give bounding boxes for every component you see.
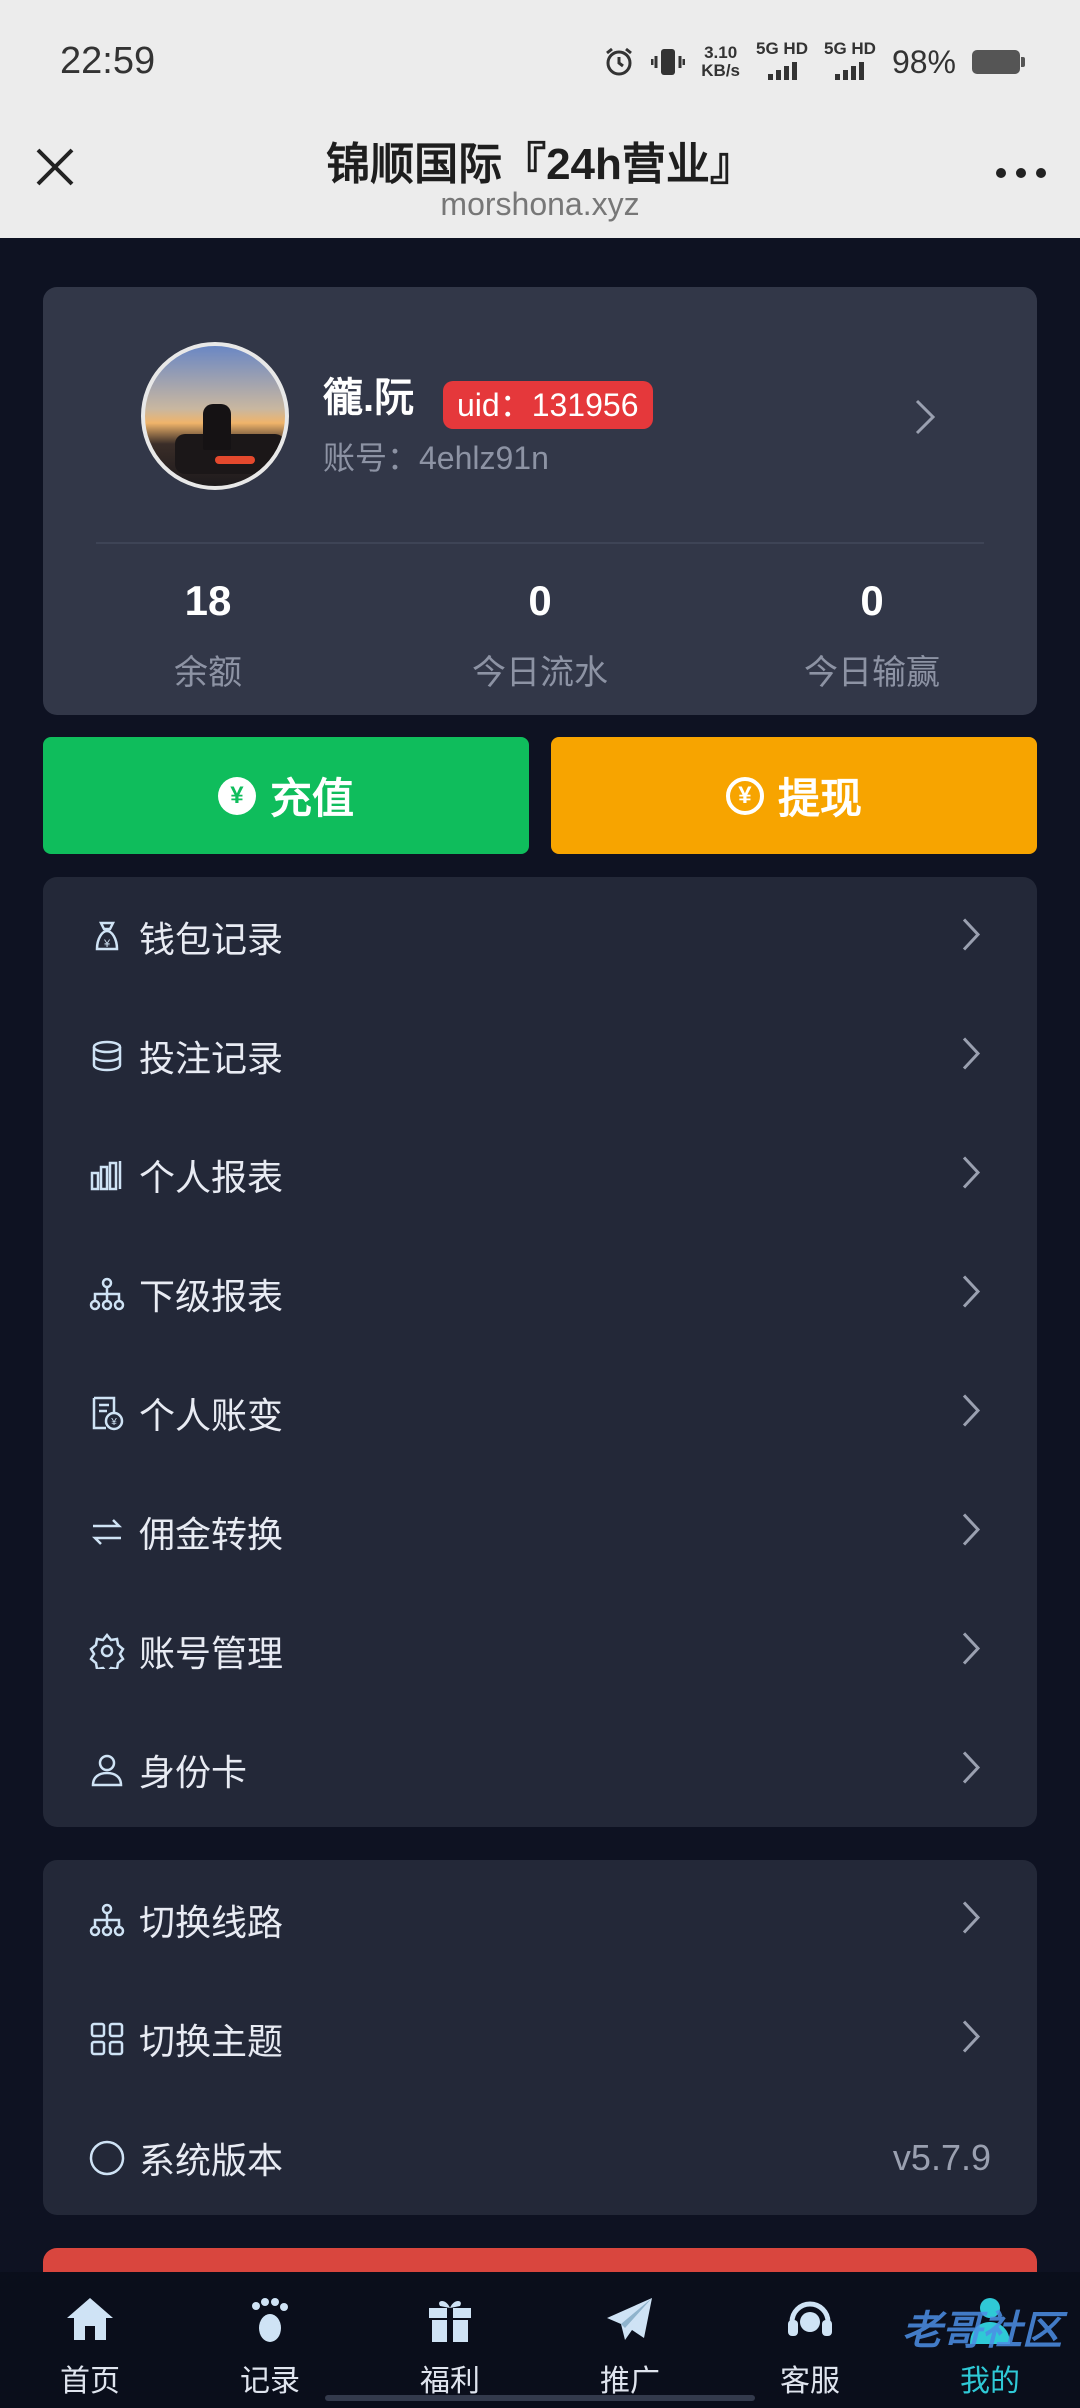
bill-icon: ¥ [87,1393,127,1433]
chevron-right-icon [961,1749,981,1790]
gear-icon [87,1631,127,1671]
grid-icon [87,2019,127,2059]
profile-card[interactable]: 徿.阮 uid：131956 账号：4ehlz91n 18 余额 0 今日流水 … [43,287,1037,715]
recharge-button[interactable]: ¥ 充值 [43,737,529,854]
chevron-right-icon [961,1035,981,1076]
hierarchy-icon [87,1900,127,1940]
footprint-icon [242,2292,298,2348]
chevron-right-icon [961,1511,981,1552]
profile-chevron-right-icon[interactable] [913,397,937,442]
divider [96,542,984,544]
status-time: 22:59 [60,40,156,82]
svg-text:¥: ¥ [110,1417,117,1428]
chevron-right-icon [961,1273,981,1314]
page-title: 锦顺国际『24h营业』 [326,140,754,189]
menu-subordinate-report[interactable]: 下级报表 [43,1234,1037,1353]
home-icon [62,2292,118,2348]
chevron-right-icon [961,1392,981,1433]
nickname: 徿.阮 [323,376,415,420]
chevron-right-icon [961,2018,981,2059]
menu-commission-convert[interactable]: 佣金转换 [43,1472,1037,1591]
chevron-right-icon [961,1899,981,1940]
tab-home[interactable]: 首页 [0,2272,180,2408]
menu-id-card[interactable]: 身份卡 [43,1710,1037,1829]
home-indicator[interactable] [325,2395,755,2401]
tab-customer-service[interactable]: 客服 [720,2272,900,2408]
svg-text:¥: ¥ [103,938,111,950]
watermark-logo: 老哥社区 [902,2309,1062,2353]
menu-account-management[interactable]: 账号管理 [43,1591,1037,1710]
chevron-right-icon [961,916,981,957]
account-id: 账号：4ehlz91n [323,440,549,476]
vibrate-icon [651,49,686,75]
user-icon [87,1750,127,1790]
yuan-coin-icon: ¥ [217,776,256,815]
circle-icon [87,2138,127,2178]
stat-today-turnover: 0 今日流水 [472,577,608,692]
stack-icon [87,1036,127,1076]
bar-chart-icon [87,1155,127,1195]
battery-percent: 98% [891,43,956,80]
sim2-signal: 5G HD [824,40,876,84]
battery-icon [972,50,1025,74]
chevron-right-icon [961,1630,981,1671]
menu-account-changes[interactable]: ¥ 个人账变 [43,1353,1037,1472]
swap-icon [87,1512,127,1552]
tab-records[interactable]: 记录 [180,2272,360,2408]
menu-personal-report[interactable]: 个人报表 [43,1115,1037,1234]
menu-switch-theme[interactable]: 切换主题 [43,1979,1037,2098]
more-button[interactable] [996,168,1046,178]
version-value: v5.7.9 [892,2136,991,2178]
menu-switch-line[interactable]: 切换线路 [43,1860,1037,1979]
menu-system-version[interactable]: 系统版本 v5.7.9 [43,2098,1037,2217]
stat-today-profit: 0 今日输赢 [804,577,940,692]
stat-balance: 18 余额 [174,577,242,692]
account-menu: ¥ 钱包记录 投注记录 个人报表 下级报表 ¥ 个人账变 佣金转换 账号管理 身… [43,877,1037,1827]
alarm-icon [606,47,633,76]
withdraw-button[interactable]: ¥ 提现 [551,737,1037,854]
menu-wallet-records[interactable]: ¥ 钱包记录 [43,877,1037,996]
net-speed: 3.10 KB/s [701,43,741,80]
menu-bet-records[interactable]: 投注记录 [43,996,1037,1115]
status-icons: 3.10 KB/s 5G HD 5G HD 98% [603,40,1025,84]
system-menu: 切换线路 切换主题 系统版本 v5.7.9 [43,1860,1037,2215]
paper-plane-icon [602,2292,658,2348]
chevron-right-icon [961,1154,981,1195]
gift-icon [422,2292,478,2348]
avatar[interactable] [141,342,289,490]
wallet-icon: ¥ [87,917,127,957]
sim1-signal: 5G HD [756,40,808,84]
hierarchy-icon [87,1274,127,1314]
headset-icon [782,2292,838,2348]
page-domain: morshona.xyz [440,186,640,222]
tab-benefits[interactable]: 福利 [360,2272,540,2408]
yuan-coin-icon: ¥ [725,776,764,815]
uid-badge: uid：131956 [443,381,653,429]
browser-header: 22:59 3.10 KB/s 5G HD 5G HD 98% 锦顺国际『24h营… [0,0,1080,238]
tab-promotion[interactable]: 推广 [540,2272,720,2408]
